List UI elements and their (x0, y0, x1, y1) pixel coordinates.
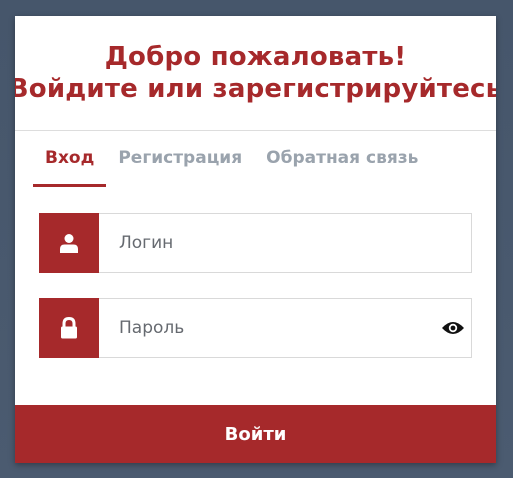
tab-feedback[interactable]: Обратная связь (254, 131, 430, 187)
card-header: Добро пожаловать! Войдите или зарегистри… (15, 16, 496, 131)
login-form (15, 213, 496, 358)
tab-login[interactable]: Вход (33, 131, 107, 187)
tab-register[interactable]: Регистрация (106, 131, 254, 187)
page-title-line-2: Войдите или зарегистрируйтесь (15, 74, 496, 104)
login-field-group (39, 213, 472, 273)
auth-card: Добро пожаловать! Войдите или зарегистри… (15, 16, 496, 463)
lock-icon (39, 298, 99, 358)
page-background: Добро пожаловать! Войдите или зарегистри… (0, 0, 513, 478)
auth-tabs: Вход Регистрация Обратная связь (15, 131, 496, 189)
login-input[interactable] (99, 213, 472, 273)
page-title-line-1: Добро пожаловать! (104, 42, 407, 72)
password-field-group (39, 298, 472, 358)
password-input[interactable] (99, 298, 472, 358)
user-icon (39, 213, 99, 273)
eye-icon[interactable] (440, 316, 466, 340)
login-submit-button[interactable]: Войти (15, 405, 496, 463)
